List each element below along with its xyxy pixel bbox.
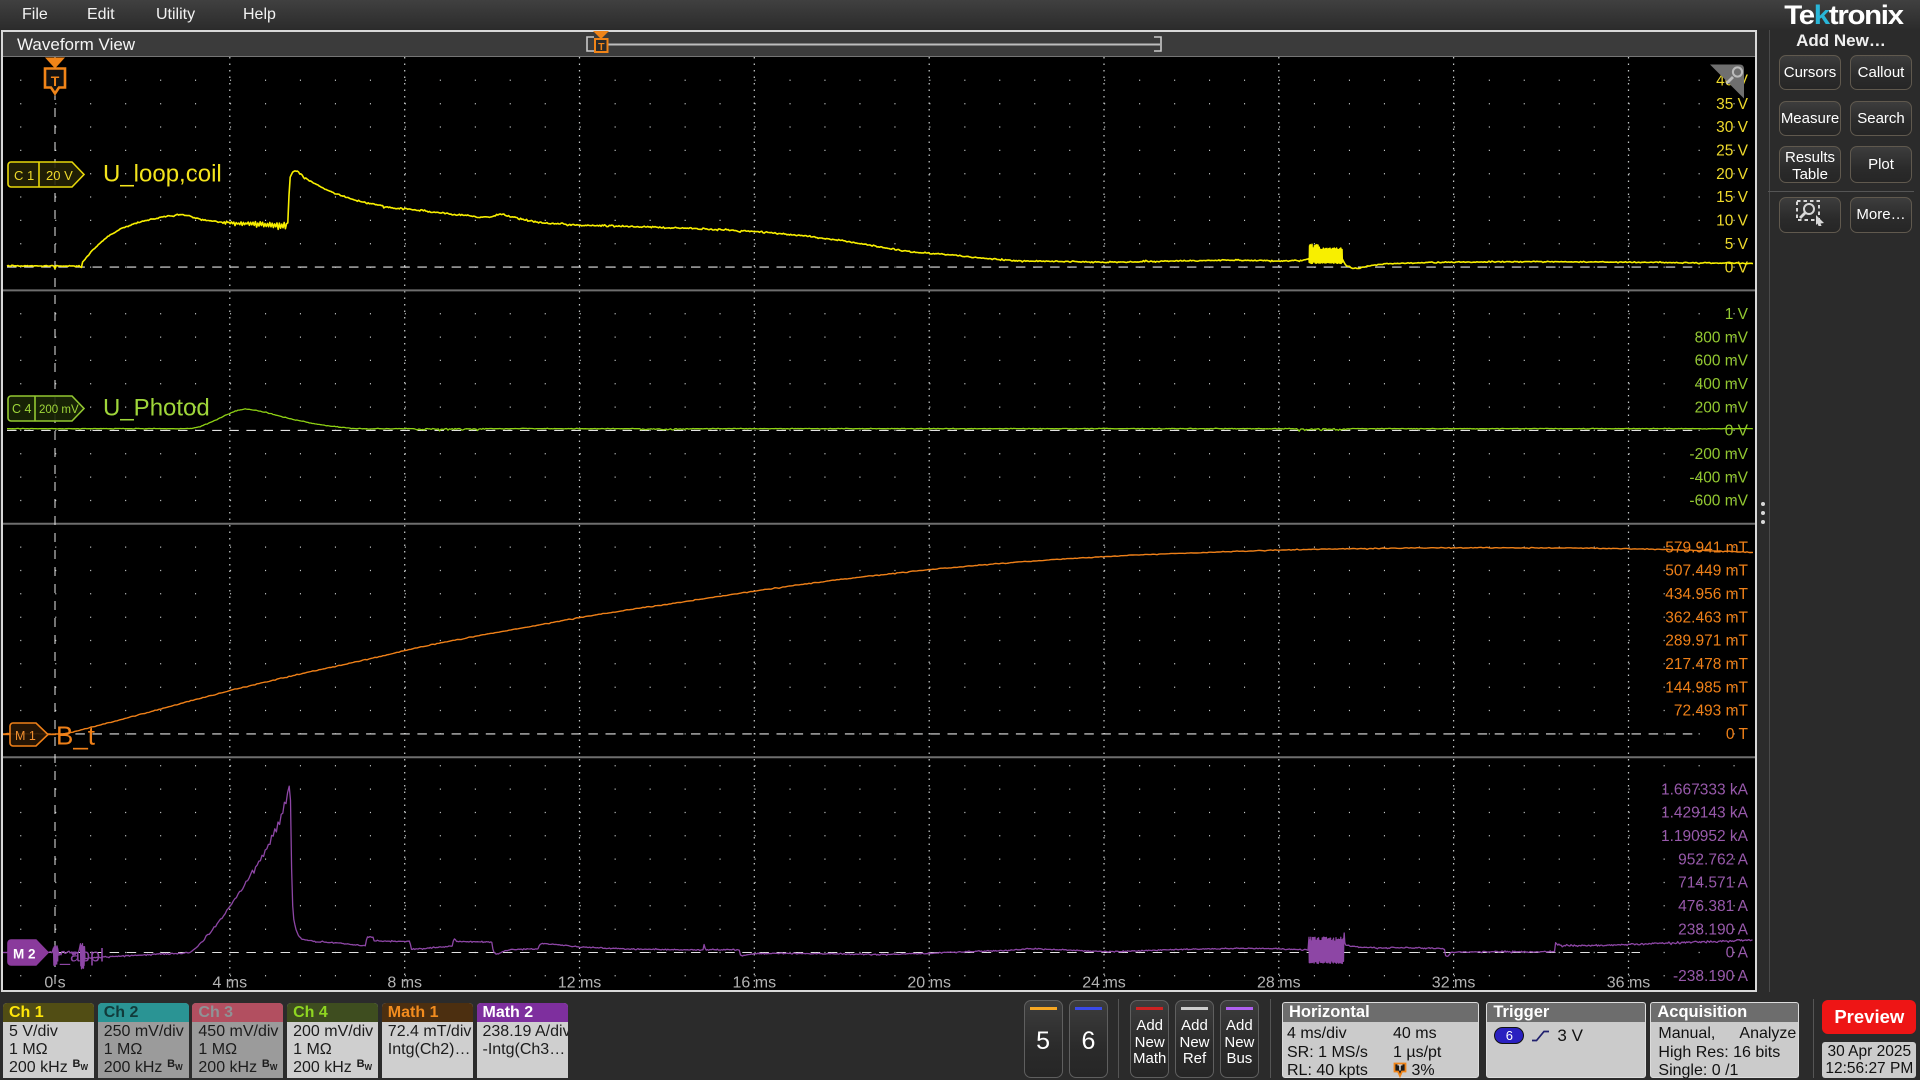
svg-text:35 V: 35 V	[1716, 95, 1749, 112]
svg-text:U_Photod: U_Photod	[103, 394, 210, 421]
svg-text:10 V: 10 V	[1716, 212, 1749, 229]
svg-text:0 V: 0 V	[1725, 259, 1749, 276]
svg-text:144.985 mT: 144.985 mT	[1665, 679, 1748, 696]
svg-text:M 2: M 2	[13, 946, 36, 961]
svg-text:B_t: B_t	[56, 720, 96, 750]
svg-text:32 ms: 32 ms	[1432, 974, 1476, 990]
svg-text:36 ms: 36 ms	[1607, 974, 1651, 990]
svg-text:1.429143 kA: 1.429143 kA	[1661, 804, 1749, 821]
svg-text:M 1: M 1	[15, 729, 36, 743]
svg-text:0 A: 0 A	[1726, 944, 1749, 961]
svg-text:400 mV: 400 mV	[1695, 376, 1749, 393]
svg-text:0 V: 0 V	[1725, 422, 1749, 439]
svg-text:28 ms: 28 ms	[1257, 974, 1301, 990]
svg-text:600 mV: 600 mV	[1695, 352, 1749, 369]
svg-text:30 V: 30 V	[1716, 119, 1749, 136]
svg-text:217.478 mT: 217.478 mT	[1665, 656, 1748, 673]
svg-text:20 V: 20 V	[46, 168, 73, 183]
svg-text:289.971 mT: 289.971 mT	[1665, 632, 1748, 649]
svg-text:I_appl: I_appl	[55, 945, 104, 966]
svg-text:C 4: C 4	[12, 402, 32, 416]
svg-text:12 ms: 12 ms	[558, 974, 602, 990]
svg-text:U_loop,coil: U_loop,coil	[103, 160, 222, 187]
svg-text:0 s: 0 s	[44, 974, 65, 990]
svg-text:25 V: 25 V	[1716, 142, 1749, 159]
svg-text:20 V: 20 V	[1716, 165, 1749, 182]
svg-text:24 ms: 24 ms	[1082, 974, 1126, 990]
svg-text:434.956 mT: 434.956 mT	[1665, 586, 1748, 603]
svg-text:5 V: 5 V	[1725, 235, 1749, 252]
svg-text:507.449 mT: 507.449 mT	[1665, 562, 1748, 579]
svg-text:8 ms: 8 ms	[387, 974, 422, 990]
svg-text:72.493 mT: 72.493 mT	[1674, 702, 1749, 719]
svg-text:1.190952 kA: 1.190952 kA	[1661, 828, 1749, 845]
svg-text:0 T: 0 T	[1726, 726, 1749, 743]
svg-text:-200 mV: -200 mV	[1689, 446, 1748, 463]
svg-text:4 ms: 4 ms	[212, 974, 247, 990]
svg-text:476.381 A: 476.381 A	[1678, 898, 1748, 915]
svg-text:238.190 A: 238.190 A	[1678, 921, 1748, 938]
svg-text:15 V: 15 V	[1716, 189, 1749, 206]
svg-text:1 V: 1 V	[1725, 305, 1749, 322]
svg-text:20 ms: 20 ms	[907, 974, 951, 990]
svg-text:C 1: C 1	[14, 168, 34, 183]
svg-text:200 mV: 200 mV	[1695, 399, 1749, 416]
svg-text:579.941 mT: 579.941 mT	[1665, 539, 1748, 556]
svg-text:16 ms: 16 ms	[733, 974, 777, 990]
svg-text:-400 mV: -400 mV	[1689, 469, 1748, 486]
svg-text:T: T	[598, 41, 605, 53]
svg-text:1.667333 kA: 1.667333 kA	[1661, 781, 1749, 798]
svg-text:714.571 A: 714.571 A	[1678, 874, 1748, 891]
svg-text:362.463 mT: 362.463 mT	[1665, 609, 1748, 626]
svg-text:-238.190 A: -238.190 A	[1673, 968, 1749, 985]
svg-text:952.762 A: 952.762 A	[1678, 851, 1748, 868]
svg-text:800 mV: 800 mV	[1695, 329, 1749, 346]
svg-text:T: T	[1397, 1063, 1403, 1073]
svg-text:-600 mV: -600 mV	[1689, 492, 1748, 509]
svg-text:200 mV: 200 mV	[39, 404, 79, 416]
svg-text:T: T	[51, 73, 60, 89]
